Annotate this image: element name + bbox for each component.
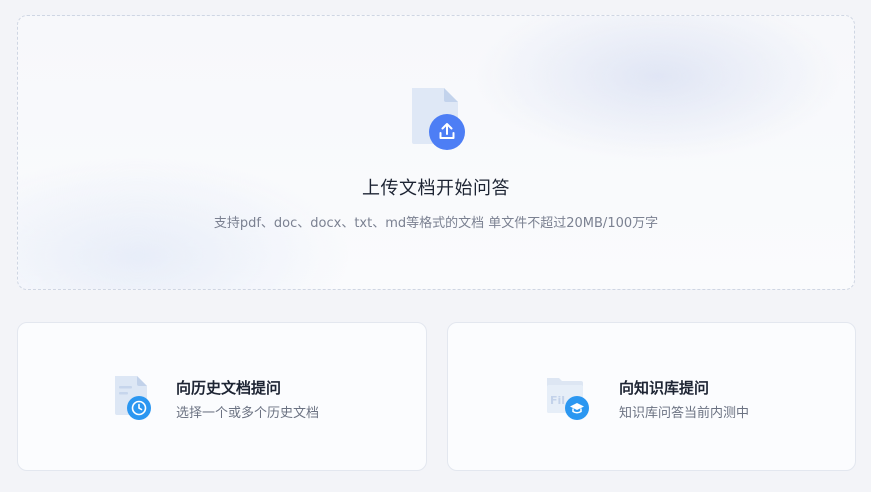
document-qa-page: 上传文档开始问答 支持pdf、doc、docx、txt、md等格式的文档 单文件… xyxy=(0,0,871,492)
knowledge-card-title: 向知识库提问 xyxy=(619,379,710,397)
file-upload-icon xyxy=(412,88,465,150)
svg-text:Fil: Fil xyxy=(550,394,565,407)
history-document-icon xyxy=(115,376,151,420)
ask-history-documents-card[interactable]: 向历史文档提问 选择一个或多个历史文档 xyxy=(17,322,427,471)
ask-knowledge-base-card[interactable]: Fil 向知识库提问 知识库问答当前内测中 xyxy=(447,322,856,471)
upload-title: 上传文档开始问答 xyxy=(362,178,510,199)
knowledge-card-description: 知识库问答当前内测中 xyxy=(619,406,750,421)
history-card-title: 向历史文档提问 xyxy=(176,379,282,397)
history-card-description: 选择一个或多个历史文档 xyxy=(176,406,320,421)
upload-dropzone[interactable]: 上传文档开始问答 支持pdf、doc、docx、txt、md等格式的文档 单文件… xyxy=(17,15,855,290)
upload-format-hint: 支持pdf、doc、docx、txt、md等格式的文档 单文件不超过20MB/1… xyxy=(213,216,659,231)
knowledge-base-icon: Fil xyxy=(547,378,589,420)
